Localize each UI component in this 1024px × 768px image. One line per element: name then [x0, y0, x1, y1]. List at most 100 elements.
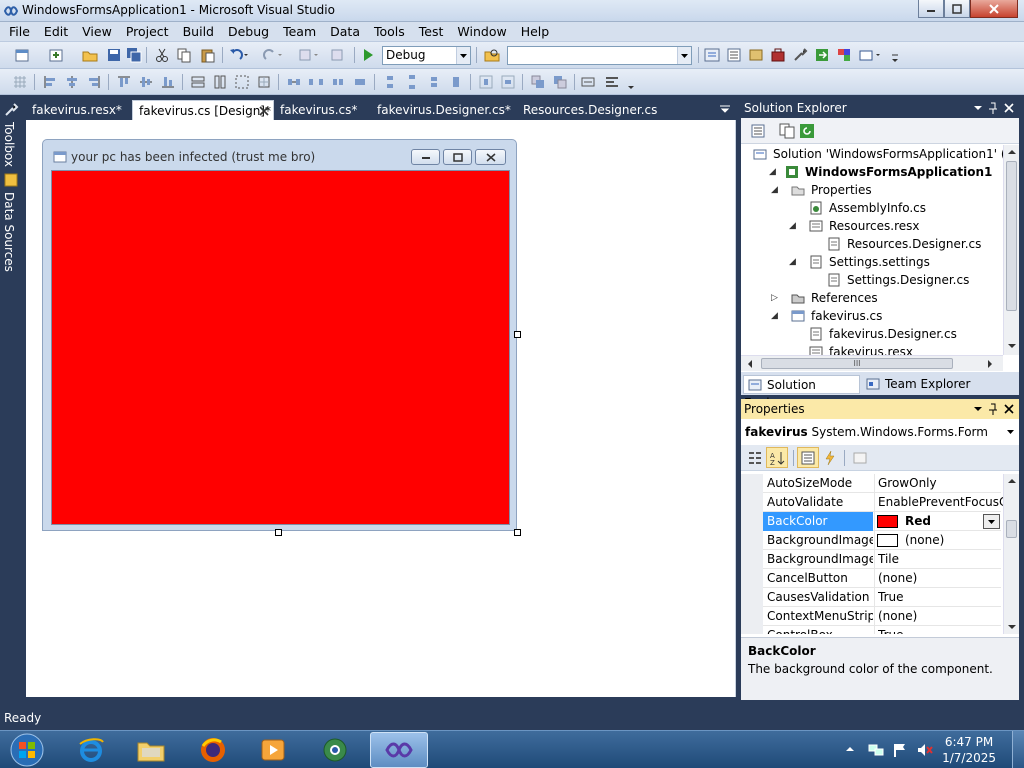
- property-value[interactable]: (none): [878, 607, 1003, 626]
- menu-file[interactable]: File: [2, 23, 37, 41]
- size-to-grid-icon[interactable]: [256, 74, 272, 90]
- minimize-button[interactable]: [918, 0, 944, 18]
- pin-icon[interactable]: [989, 102, 997, 114]
- menu-debug[interactable]: Debug: [221, 23, 276, 41]
- restore-button[interactable]: [944, 0, 970, 18]
- property-row[interactable]: AutoValidate EnablePreventFocusCh: [763, 493, 1003, 512]
- paste-icon[interactable]: [200, 47, 216, 63]
- tree-item-resources-resx[interactable]: ◢ Resources.resx: [753, 217, 920, 235]
- solution-explorer-icon[interactable]: [704, 47, 720, 63]
- menu-build[interactable]: Build: [176, 23, 221, 41]
- tab-solution-explorer[interactable]: Solution Explorer: [743, 375, 860, 410]
- collapse-icon[interactable]: ◢: [771, 307, 778, 325]
- tree-item-fakevirus-designer[interactable]: fakevirus.Designer.cs: [753, 325, 957, 343]
- window-layout-icon[interactable]: [858, 47, 886, 63]
- form-close-button[interactable]: [475, 149, 506, 165]
- form-maximize-button[interactable]: [443, 149, 472, 165]
- solution-configuration-dropdown[interactable]: Debug: [382, 46, 471, 65]
- scroll-thumb[interactable]: [1006, 161, 1017, 311]
- network-icon[interactable]: [868, 742, 884, 758]
- add-item-icon[interactable]: [48, 47, 64, 63]
- menu-tools[interactable]: Tools: [367, 23, 412, 41]
- menu-data[interactable]: Data: [323, 23, 367, 41]
- tab-fakevirus-design[interactable]: fakevirus.cs [Design]*: [132, 100, 274, 120]
- system-clock[interactable]: 6:47 PM 1/7/2025: [942, 734, 996, 766]
- cut-icon[interactable]: [154, 47, 170, 63]
- find-combo[interactable]: [507, 46, 692, 65]
- decrease-vertical-spacing-icon[interactable]: [426, 74, 442, 90]
- tab-fakevirus-designer-cs[interactable]: fakevirus.Designer.cs*: [371, 100, 511, 120]
- menu-team[interactable]: Team: [276, 23, 323, 41]
- tools-icon[interactable]: [792, 47, 808, 63]
- panel-menu-icon[interactable]: [974, 104, 982, 112]
- tree-horizontal-scrollbar[interactable]: III: [741, 355, 1003, 371]
- pin-icon[interactable]: [989, 403, 997, 415]
- property-row[interactable]: CausesValidation True: [763, 588, 1001, 607]
- property-row[interactable]: CancelButton (none): [763, 569, 1001, 588]
- bring-to-front-icon[interactable]: [530, 74, 546, 90]
- property-row[interactable]: BackgroundImage (none): [763, 531, 1001, 550]
- start-page-icon[interactable]: [814, 47, 830, 63]
- align-tops-icon[interactable]: [116, 74, 132, 90]
- align-to-grid-icon[interactable]: [12, 74, 28, 90]
- extension-manager-icon[interactable]: [836, 47, 852, 63]
- close-tab-icon[interactable]: [259, 106, 269, 116]
- collapse-icon[interactable]: ◢: [769, 163, 776, 181]
- toolbar-options-icon[interactable]: [626, 74, 636, 90]
- events-icon[interactable]: [822, 450, 838, 466]
- tree-item-fakevirus-resx[interactable]: fakevirus.resx: [753, 343, 913, 355]
- expand-icon[interactable]: ▷: [771, 289, 778, 307]
- tree-item-properties[interactable]: ◢ Properties: [753, 181, 872, 199]
- alphabetical-button[interactable]: AZ: [766, 447, 788, 468]
- properties-icon[interactable]: [750, 123, 766, 139]
- property-row[interactable]: BackgroundImageLa Tile: [763, 550, 1001, 569]
- show-all-files-icon[interactable]: [779, 123, 795, 139]
- property-row[interactable]: ControlBox True: [763, 626, 1001, 634]
- menu-help[interactable]: Help: [514, 23, 557, 41]
- tree-item-assemblyinfo[interactable]: AssemblyInfo.cs: [753, 199, 926, 217]
- align-rights-icon[interactable]: [86, 74, 102, 90]
- panel-menu-icon[interactable]: [974, 405, 982, 413]
- scroll-up-icon[interactable]: [1008, 478, 1016, 484]
- tree-item-settings[interactable]: ◢ Settings.settings: [753, 253, 930, 271]
- toolbox-icon[interactable]: [770, 47, 786, 63]
- property-value[interactable]: (none): [878, 569, 1003, 588]
- scroll-down-icon[interactable]: [1008, 624, 1016, 630]
- tab-team-explorer[interactable]: Team Explorer: [865, 375, 975, 394]
- taskbar-visual-studio[interactable]: [370, 732, 428, 768]
- properties-view-button[interactable]: [797, 447, 819, 468]
- navigate-backward-icon[interactable]: [298, 47, 320, 63]
- resize-handle-right[interactable]: [514, 331, 521, 338]
- copy-icon[interactable]: [176, 47, 192, 63]
- form-client-area[interactable]: [51, 170, 510, 525]
- save-all-icon[interactable]: [126, 47, 142, 63]
- property-value[interactable]: Red: [905, 512, 931, 531]
- align-centers-icon[interactable]: [64, 74, 80, 90]
- show-desktop-button[interactable]: [1012, 731, 1024, 768]
- tree-item-solution[interactable]: Solution 'WindowsFormsApplication1' (1 p: [753, 145, 1003, 163]
- menu-edit[interactable]: Edit: [37, 23, 75, 41]
- vertical-spacing-icon[interactable]: [382, 74, 398, 90]
- property-value[interactable]: Tile: [878, 550, 1003, 569]
- increase-horizontal-spacing-icon[interactable]: [308, 74, 324, 90]
- resize-handle-bottom[interactable]: [275, 529, 282, 536]
- property-value[interactable]: EnablePreventFocusCh: [878, 493, 1003, 512]
- toolbar-options-icon[interactable]: [890, 47, 900, 63]
- redo-icon[interactable]: [262, 47, 284, 63]
- align-bottoms-icon[interactable]: [160, 74, 176, 90]
- categorized-icon[interactable]: [747, 450, 763, 466]
- remove-vertical-spacing-icon[interactable]: [448, 74, 464, 90]
- property-value[interactable]: True: [878, 626, 1003, 634]
- menu-window[interactable]: Window: [450, 23, 513, 41]
- start-debugging-icon[interactable]: [360, 47, 376, 63]
- tree-item-settings-designer[interactable]: Settings.Designer.cs: [753, 271, 969, 289]
- decrease-horizontal-spacing-icon[interactable]: [330, 74, 346, 90]
- taskbar-firefox[interactable]: [184, 732, 242, 768]
- navigate-forward-icon[interactable]: [330, 47, 346, 63]
- make-same-size-icon[interactable]: [234, 74, 250, 90]
- property-pages-icon[interactable]: [852, 450, 868, 466]
- tree-item-fakevirus-cs[interactable]: ◢ fakevirus.cs: [753, 307, 882, 325]
- taskbar-media-player[interactable]: [244, 732, 302, 768]
- scroll-down-icon[interactable]: [1008, 343, 1016, 349]
- tab-order-icon[interactable]: [580, 74, 596, 90]
